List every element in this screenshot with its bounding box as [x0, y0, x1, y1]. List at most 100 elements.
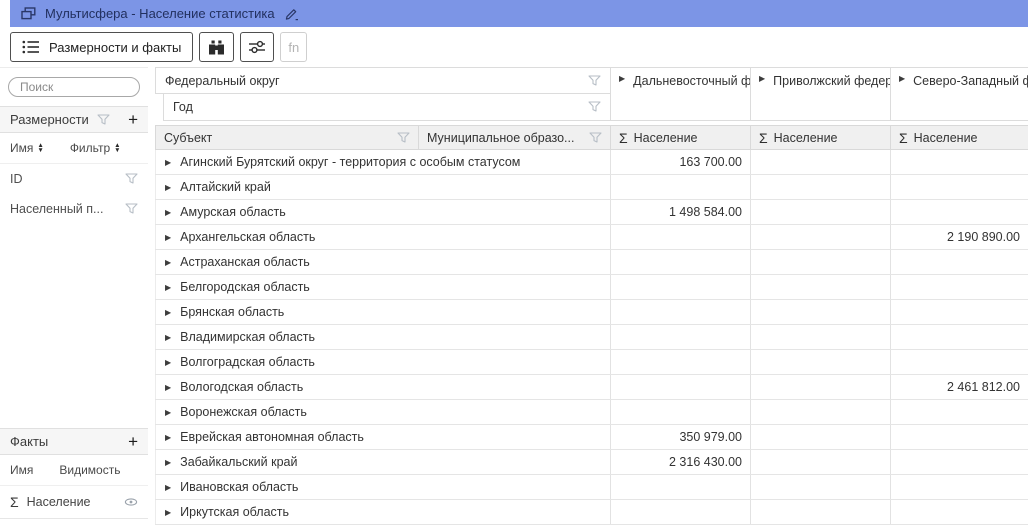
value-cell[interactable]: 1 498 584.00 — [610, 200, 750, 224]
visibility-eye-icon[interactable] — [124, 497, 138, 507]
value-cell[interactable] — [610, 325, 750, 349]
expand-icon[interactable]: ▶ — [165, 183, 171, 192]
expand-icon[interactable]: ▶ — [165, 458, 171, 467]
sort-icon[interactable]: ▲▼ — [114, 143, 120, 154]
value-cell[interactable] — [610, 400, 750, 424]
filter-icon[interactable] — [397, 132, 410, 144]
edit-title-icon[interactable] — [284, 7, 299, 21]
value-cell[interactable] — [890, 500, 1028, 524]
value-cell[interactable]: 163 700.00 — [610, 150, 750, 174]
value-cell[interactable] — [750, 250, 890, 274]
row-expand-cell[interactable]: ▶ Агинский Бурятский округ - территория … — [155, 150, 610, 174]
search-binoculars-button[interactable] — [199, 32, 234, 62]
filter-icon[interactable] — [588, 75, 601, 87]
row-expand-cell[interactable]: ▶ Астраханская область — [155, 250, 610, 274]
value-cell[interactable] — [890, 200, 1028, 224]
expand-icon[interactable]: ▶ — [165, 383, 171, 392]
dimensions-facts-button[interactable]: Размерности и факты — [10, 32, 193, 62]
dimension-item-settlement[interactable]: Населенный п... — [0, 194, 148, 224]
value-cell[interactable] — [750, 300, 890, 324]
row-expand-cell[interactable]: ▶ Амурская область — [155, 200, 610, 224]
year-dimension-header[interactable]: Год — [163, 94, 610, 121]
expand-icon[interactable]: ▶ — [619, 74, 625, 83]
value-cell[interactable] — [610, 500, 750, 524]
value-cell[interactable] — [750, 500, 890, 524]
add-fact-button[interactable]: + — [128, 433, 138, 450]
row-expand-cell[interactable]: ▶ Волгоградская область — [155, 350, 610, 374]
value-cell[interactable] — [890, 350, 1028, 374]
value-cell[interactable] — [610, 225, 750, 249]
value-cell[interactable] — [890, 300, 1028, 324]
filter-icon[interactable] — [97, 114, 110, 126]
value-cell[interactable] — [750, 150, 890, 174]
row-expand-cell[interactable]: ▶ Алтайский край — [155, 175, 610, 199]
filter-icon[interactable] — [588, 101, 601, 113]
row-expand-cell[interactable]: ▶ Брянская область — [155, 300, 610, 324]
expand-icon[interactable]: ▶ — [165, 433, 171, 442]
expand-icon[interactable]: ▶ — [165, 333, 171, 342]
row-expand-cell[interactable]: ▶ Вологодская область — [155, 375, 610, 399]
expand-icon[interactable]: ▶ — [899, 74, 905, 83]
value-cell[interactable] — [750, 375, 890, 399]
measure-column-header[interactable]: Σ Население — [610, 125, 750, 150]
value-cell[interactable] — [890, 150, 1028, 174]
column-group-header[interactable]: ▶ Дальневосточный федеральный округ — [610, 67, 750, 121]
expand-icon[interactable]: ▶ — [165, 308, 171, 317]
value-cell[interactable]: 2 190 890.00 — [890, 225, 1028, 249]
value-cell[interactable] — [750, 350, 890, 374]
row-expand-cell[interactable]: ▶ Забайкальский край — [155, 450, 610, 474]
value-cell[interactable] — [610, 250, 750, 274]
value-cell[interactable] — [750, 400, 890, 424]
measure-column-header[interactable]: Σ Население — [890, 125, 1028, 150]
value-cell[interactable]: 2 316 430.00 — [610, 450, 750, 474]
expand-icon[interactable]: ▶ — [165, 508, 171, 517]
expand-icon[interactable]: ▶ — [165, 158, 171, 167]
row-expand-cell[interactable]: ▶ Иркутская область — [155, 500, 610, 524]
value-cell[interactable] — [750, 425, 890, 449]
column-group-header[interactable]: ▶ Приволжский федеральный округ — [750, 67, 890, 121]
value-cell[interactable] — [890, 425, 1028, 449]
value-cell[interactable] — [890, 325, 1028, 349]
row-expand-cell[interactable]: ▶ Белгородская область — [155, 275, 610, 299]
measure-column-header[interactable]: Σ Население — [750, 125, 890, 150]
window-restore-icon[interactable] — [21, 7, 36, 20]
expand-icon[interactable]: ▶ — [165, 233, 171, 242]
value-cell[interactable] — [750, 275, 890, 299]
value-cell[interactable]: 2 461 812.00 — [890, 375, 1028, 399]
federal-district-dimension-header[interactable]: Федеральный округ — [155, 67, 610, 94]
value-cell[interactable] — [750, 475, 890, 499]
column-group-header[interactable]: ▶ Северо-Западный федеральный округ — [890, 67, 1028, 121]
expand-icon[interactable]: ▶ — [165, 208, 171, 217]
value-cell[interactable] — [610, 375, 750, 399]
row-expand-cell[interactable]: ▶ Архангельская область — [155, 225, 610, 249]
expand-icon[interactable]: ▶ — [759, 74, 765, 83]
value-cell[interactable] — [890, 475, 1028, 499]
value-cell[interactable] — [750, 450, 890, 474]
value-cell[interactable] — [890, 450, 1028, 474]
value-cell[interactable] — [890, 175, 1028, 199]
search-input[interactable] — [8, 77, 140, 97]
row-expand-cell[interactable]: ▶ Еврейская автономная область — [155, 425, 610, 449]
expand-icon[interactable]: ▶ — [165, 483, 171, 492]
value-cell[interactable] — [750, 175, 890, 199]
value-cell[interactable] — [610, 175, 750, 199]
expand-icon[interactable]: ▶ — [165, 283, 171, 292]
expand-icon[interactable]: ▶ — [165, 408, 171, 417]
fact-item-population[interactable]: Σ Население — [0, 486, 148, 519]
value-cell[interactable] — [750, 200, 890, 224]
filter-icon[interactable] — [589, 132, 602, 144]
filter-icon[interactable] — [125, 203, 138, 215]
value-cell[interactable] — [890, 250, 1028, 274]
row-expand-cell[interactable]: ▶ Ивановская область — [155, 475, 610, 499]
row-expand-cell[interactable]: ▶ Владимирская область — [155, 325, 610, 349]
value-cell[interactable] — [890, 275, 1028, 299]
value-cell[interactable]: 350 979.00 — [610, 425, 750, 449]
value-cell[interactable] — [890, 400, 1028, 424]
row-expand-cell[interactable]: ▶ Воронежская область — [155, 400, 610, 424]
municipality-column-header[interactable]: Муниципальное образо... — [418, 125, 610, 150]
value-cell[interactable] — [610, 350, 750, 374]
dimension-item-id[interactable]: ID — [0, 164, 148, 194]
expand-icon[interactable]: ▶ — [165, 358, 171, 367]
subject-column-header[interactable]: Субъект — [155, 125, 418, 150]
value-cell[interactable] — [610, 275, 750, 299]
